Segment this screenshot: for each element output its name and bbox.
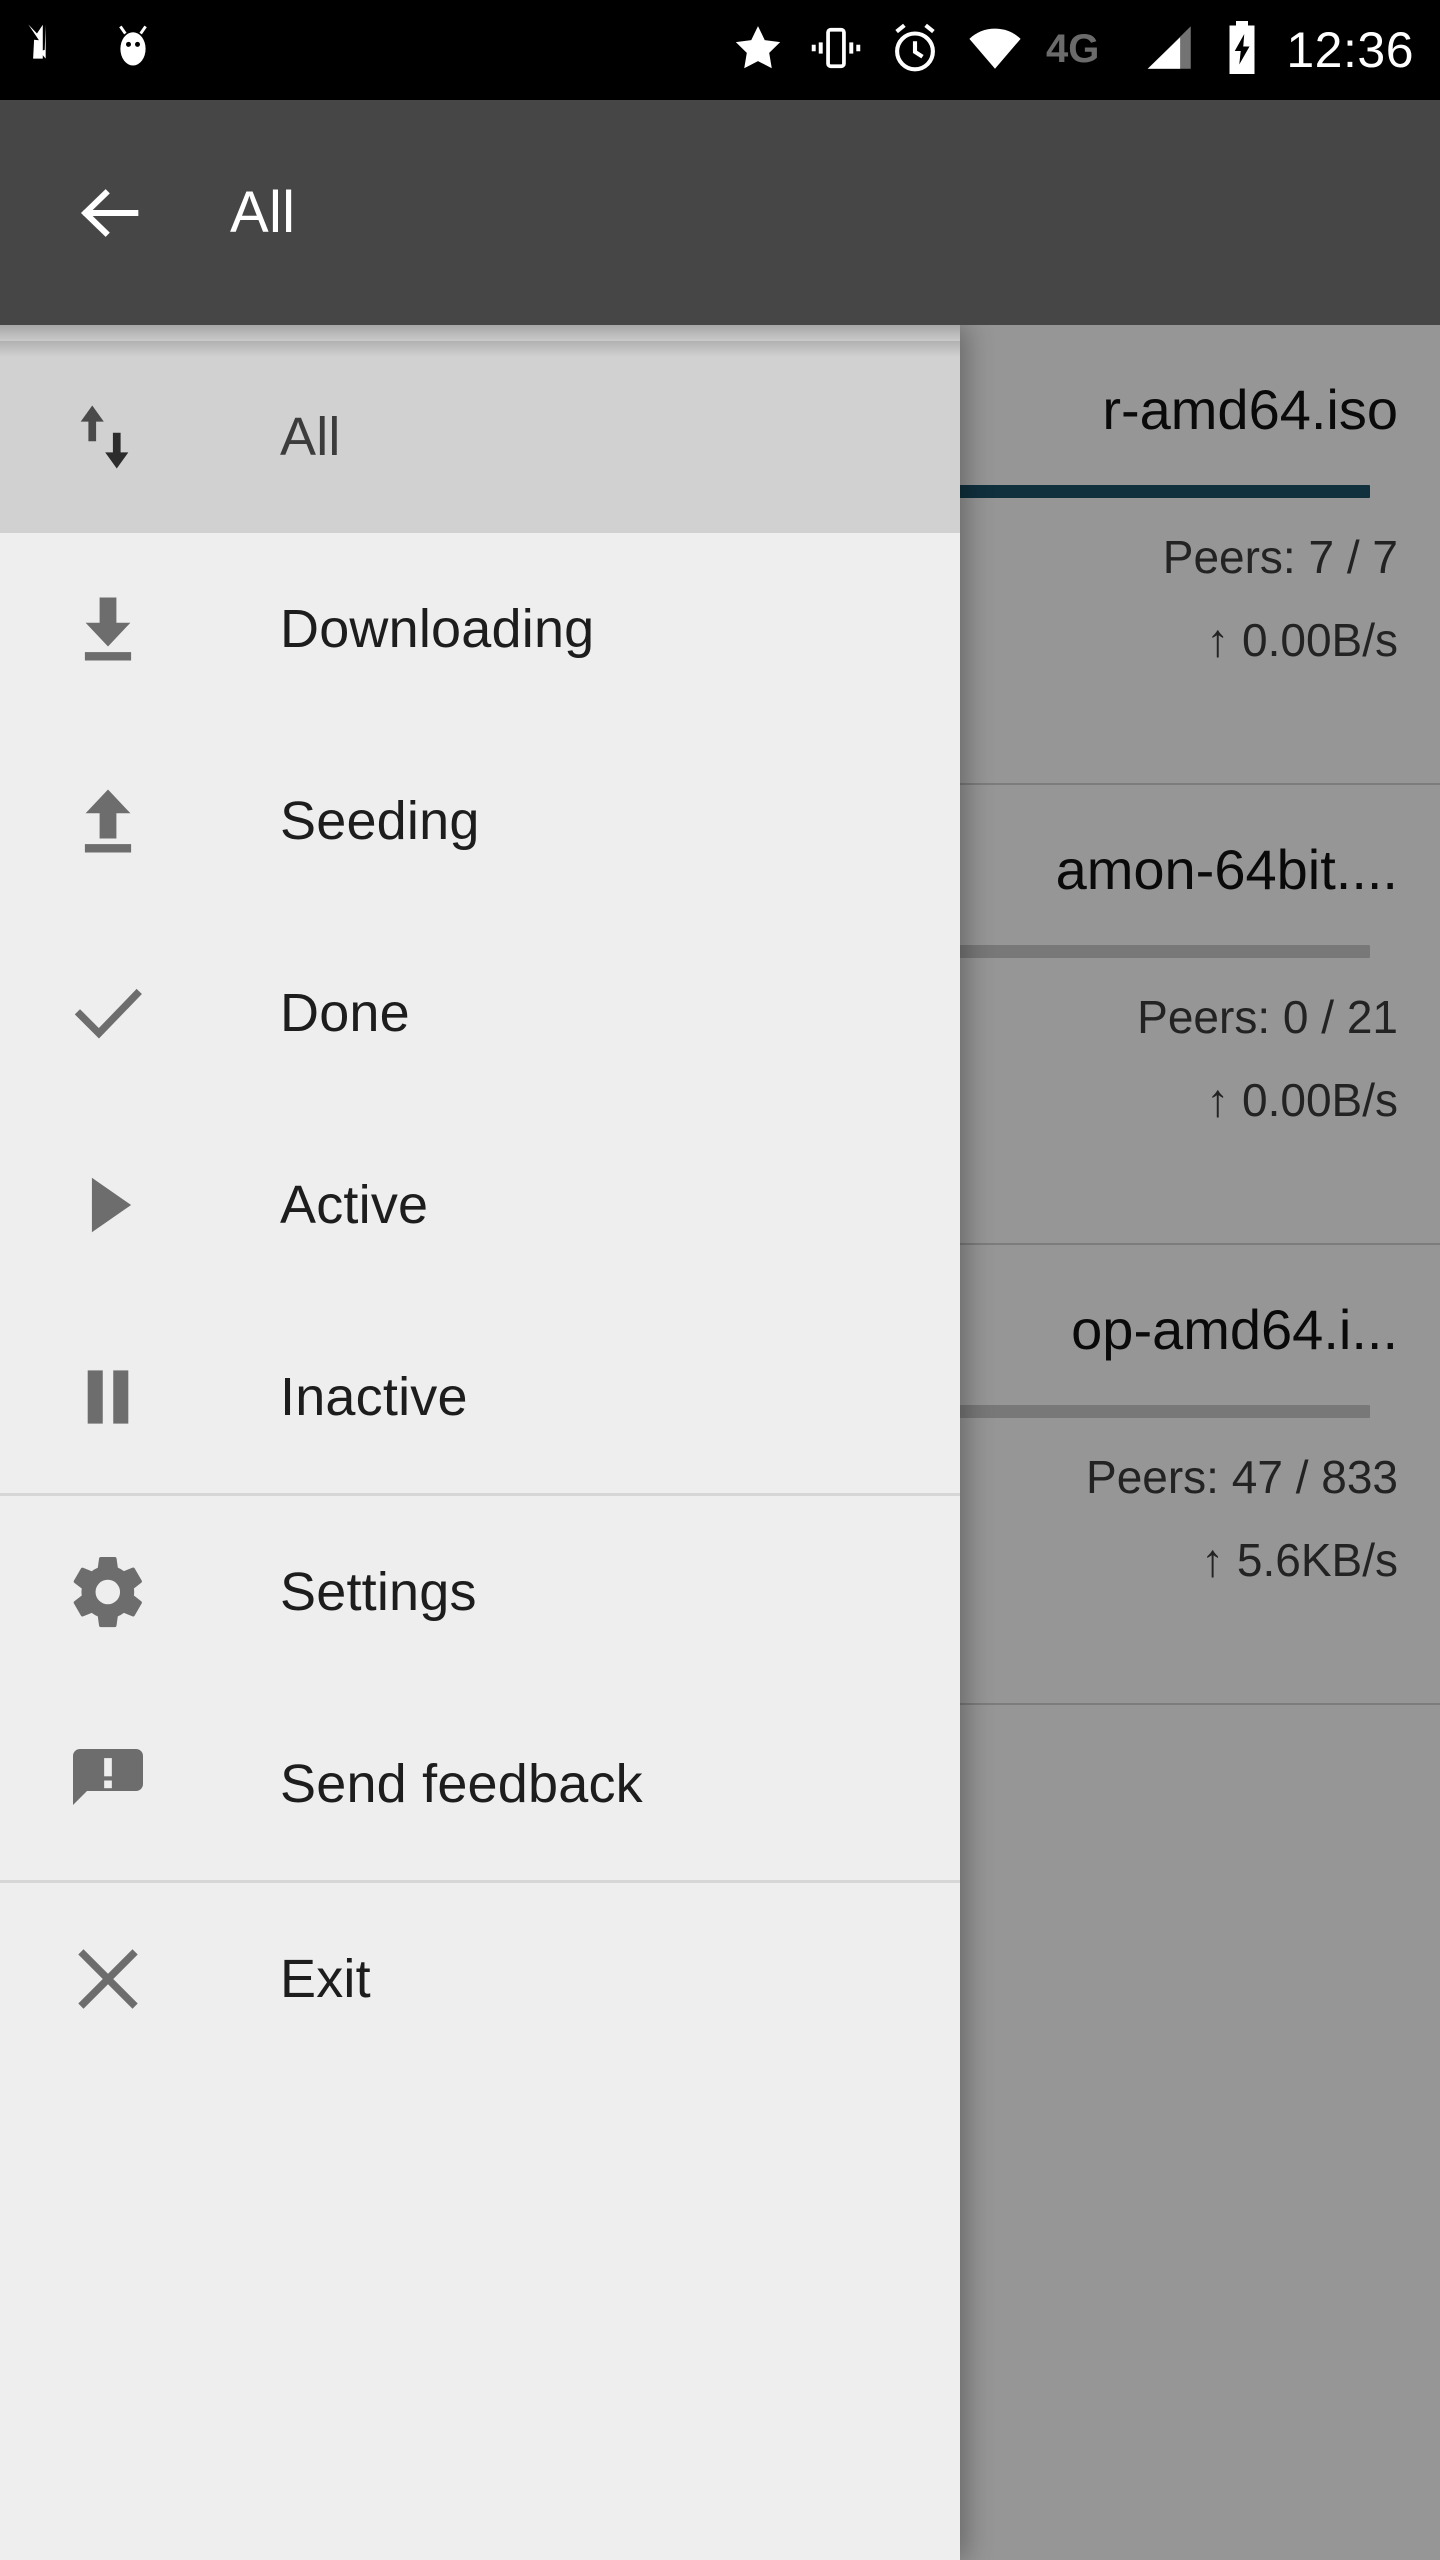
clock-label: 12:36: [1286, 25, 1414, 75]
drawer-item-list: All Downloading Seedin: [0, 325, 960, 2075]
sidebar-item-label: Inactive: [280, 1366, 468, 1428]
sidebar-item-settings[interactable]: Settings: [0, 1496, 960, 1688]
phone-screen: r-amd64.iso Peers: 7 / 7 ↑ 0.00B/s amon-…: [0, 0, 1440, 2560]
status-bar-system-icons: 4G 12:36: [730, 18, 1440, 83]
sidebar-item-label: Send feedback: [280, 1753, 643, 1815]
signal-bars-icon: [1140, 19, 1198, 82]
torrent-upload-rate: ↑ 0.00B/s: [1206, 1073, 1398, 1127]
sort-up-down-icon: [52, 395, 164, 479]
page-title: All: [230, 179, 295, 246]
sidebar-item-send-feedback[interactable]: Send feedback: [0, 1688, 960, 1880]
battery-charging-icon: [1220, 18, 1264, 83]
torrent-name: amon-64bit....: [1056, 837, 1398, 902]
sidebar-item-active[interactable]: Active: [0, 1109, 960, 1301]
drawer-top-spacer: [0, 325, 960, 341]
firefox-focus-icon: [22, 19, 80, 82]
alarm-clock-icon: [886, 19, 944, 82]
sidebar-item-label: All: [280, 406, 341, 468]
torrent-name: r-amd64.iso: [1102, 377, 1398, 442]
star-icon: [730, 20, 786, 81]
sidebar-item-inactive[interactable]: Inactive: [0, 1301, 960, 1493]
sidebar-item-label: Active: [280, 1174, 428, 1236]
gear-icon: [52, 1550, 164, 1634]
check-icon: [52, 971, 164, 1055]
download-icon: [52, 587, 164, 671]
pause-icon: [52, 1355, 164, 1439]
torrent-upload-rate: ↑ 0.00B/s: [1206, 613, 1398, 667]
sidebar-item-exit[interactable]: Exit: [0, 1883, 960, 2075]
torrent-peers: Peers: 7 / 7: [1163, 530, 1398, 584]
android-debug-icon: [106, 21, 160, 80]
navigation-drawer: All Downloading Seedin: [0, 325, 960, 2560]
arrow-left-icon: [72, 175, 148, 251]
back-button[interactable]: [62, 165, 158, 261]
torrent-peers: Peers: 0 / 21: [1137, 990, 1398, 1044]
network-type-label: 4G: [1046, 24, 1118, 77]
sidebar-item-label: Done: [280, 982, 410, 1044]
feedback-icon: [52, 1742, 164, 1826]
torrent-name: op-amd64.i...: [1071, 1297, 1398, 1362]
close-icon: [52, 1937, 164, 2021]
vibrate-icon: [808, 20, 864, 81]
sidebar-item-label: Seeding: [280, 790, 480, 852]
wifi-icon: [966, 19, 1024, 82]
sidebar-item-label: Settings: [280, 1561, 477, 1623]
torrent-upload-rate: ↑ 5.6KB/s: [1201, 1533, 1398, 1587]
sidebar-item-seeding[interactable]: Seeding: [0, 725, 960, 917]
svg-text:4G: 4G: [1046, 27, 1099, 71]
sidebar-item-done[interactable]: Done: [0, 917, 960, 1109]
torrent-peers: Peers: 47 / 833: [1086, 1450, 1398, 1504]
sidebar-item-label: Exit: [280, 1948, 371, 2010]
sidebar-item-all[interactable]: All: [0, 341, 960, 533]
app-bar: All: [0, 100, 1440, 325]
sidebar-item-downloading[interactable]: Downloading: [0, 533, 960, 725]
sidebar-item-label: Downloading: [280, 598, 594, 660]
play-icon: [52, 1163, 164, 1247]
status-bar: 4G 12:36: [0, 0, 1440, 100]
upload-icon: [52, 779, 164, 863]
status-bar-notifications: [0, 19, 160, 82]
